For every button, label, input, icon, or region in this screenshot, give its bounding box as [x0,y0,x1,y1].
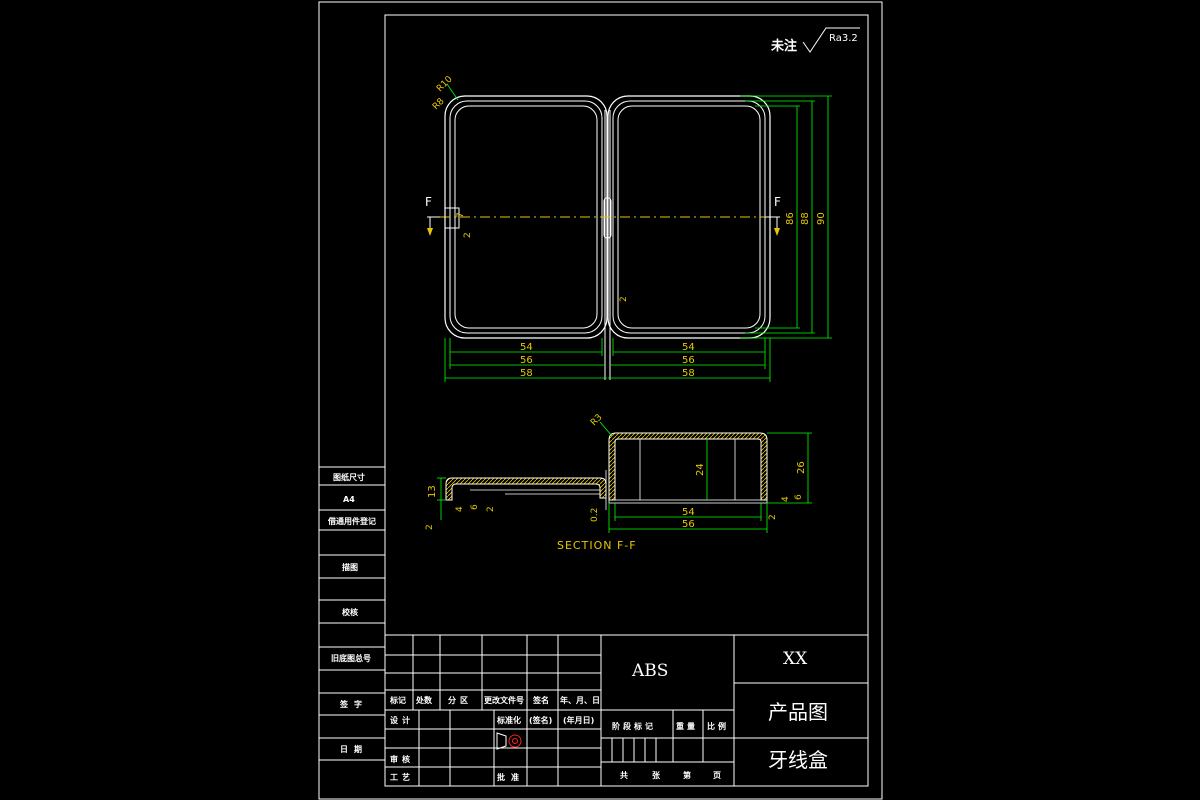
title-review: 审核 [390,754,414,764]
stage-mark-label: 阶段标记 [612,721,656,731]
left-strip-borrowed: 借通用件登记 [327,516,376,526]
left-strip-old-number: 旧底图总号 [331,653,371,663]
dim-left-54: 54 [520,342,533,353]
section-dim-56: 56 [682,519,695,530]
section-dim-13: 13 [427,485,438,498]
sheet-total-label: 共 [620,770,628,780]
section-radius-leader [599,421,613,437]
roughness-label: 未注 [770,38,797,54]
dim-left-56: 56 [520,355,533,366]
weight-label: 重量 [676,721,698,731]
section-dim-right-6: 6 [794,494,804,500]
dim-right-58: 58 [682,368,695,379]
title-header-zone: 分区 [448,695,472,705]
section-dim-26: 26 [796,461,807,474]
title-design: 设计 [390,715,414,725]
dim-left-58: 58 [520,368,533,379]
section-arrow-left [427,228,433,236]
dim-vertical-90: 90 [816,212,827,225]
dim-vertical-88: 88 [800,212,811,225]
title-header-date: 年、月、日 [560,695,600,705]
dim-latch-2: 2 [463,232,473,238]
top-view: F F R10 R8 7 2 2 54 56 58 54 56 58 86 88… [425,74,832,382]
section-title: SECTION F-F [557,539,637,552]
left-strip-date: 日期 [340,744,368,754]
sheet-number-label: 第 [683,770,691,780]
section-dim-bottom-2: 2 [425,524,435,530]
section-dim-left-6: 6 [470,504,480,510]
section-arrow-right [774,228,780,236]
section-dim-left-2: 2 [486,506,496,512]
part-name-text: 牙线盒 [768,748,828,772]
section-lid [445,477,607,501]
left-strip-paper-size-label: 图纸尺寸 [333,472,365,482]
dim-latch-7: 7 [456,212,466,218]
radius-leader [446,83,459,101]
title-design-sign: (签名) [529,715,552,725]
section-dim-right-2: 2 [768,514,778,520]
dim-right-54: 54 [682,342,695,353]
section-radius-r3: R3 [589,413,605,429]
left-strip-tracing: 描图 [342,562,358,572]
title-approve: 批准 [497,772,525,782]
section-view: R3 54 56 24 26 13 6 4 2 6 4 2 2 0.2 SECT… [425,413,812,552]
radius-label-r8: R8 [431,96,447,112]
left-strip-check: 校核 [342,607,358,617]
section-dim-right-4: 4 [781,496,791,502]
roughness-value: Ra3.2 [829,33,858,44]
section-dim-left-4: 4 [455,506,465,512]
section-body-base [608,499,768,504]
title-header-mark: 标记 [389,695,406,705]
dim-vertical-86: 86 [785,212,796,225]
drawing-type-text: 产品图 [768,700,828,724]
section-mark-right: F [774,195,781,209]
material-text: ABS [631,661,668,681]
title-header-count: 处数 [415,695,433,705]
sheet-unit-label: 张 [652,771,661,780]
dim-hinge-2: 2 [619,296,629,302]
title-standardize: 标准化 [496,715,521,725]
company-text: XX [783,649,808,669]
drawing-sheet: 未注 Ra3.2 F F R10 R8 7 2 2 54 56 58 54 56… [318,1,883,800]
section-dim-24: 24 [695,463,706,476]
inner-border [384,14,869,787]
left-strip-paper-size: A4 [343,495,355,504]
title-header-sign: 签名 [532,695,549,705]
dim-right-56: 56 [682,355,695,366]
title-process: 工艺 [390,772,414,782]
scale-label: 比例 [707,721,729,731]
section-dim-0-2: 0.2 [590,508,600,522]
left-strip-signature: 签字 [339,699,368,709]
title-design-date: (年月日) [563,715,594,725]
roughness-note: 未注 Ra3.2 [770,27,860,54]
projection-symbol-icon [496,732,522,750]
page-label: 页 [713,771,721,780]
title-header-change-doc: 更改文件号 [484,695,524,705]
section-dim-54: 54 [682,507,695,518]
section-body-tall [608,432,768,501]
section-mark-left: F [425,195,432,209]
